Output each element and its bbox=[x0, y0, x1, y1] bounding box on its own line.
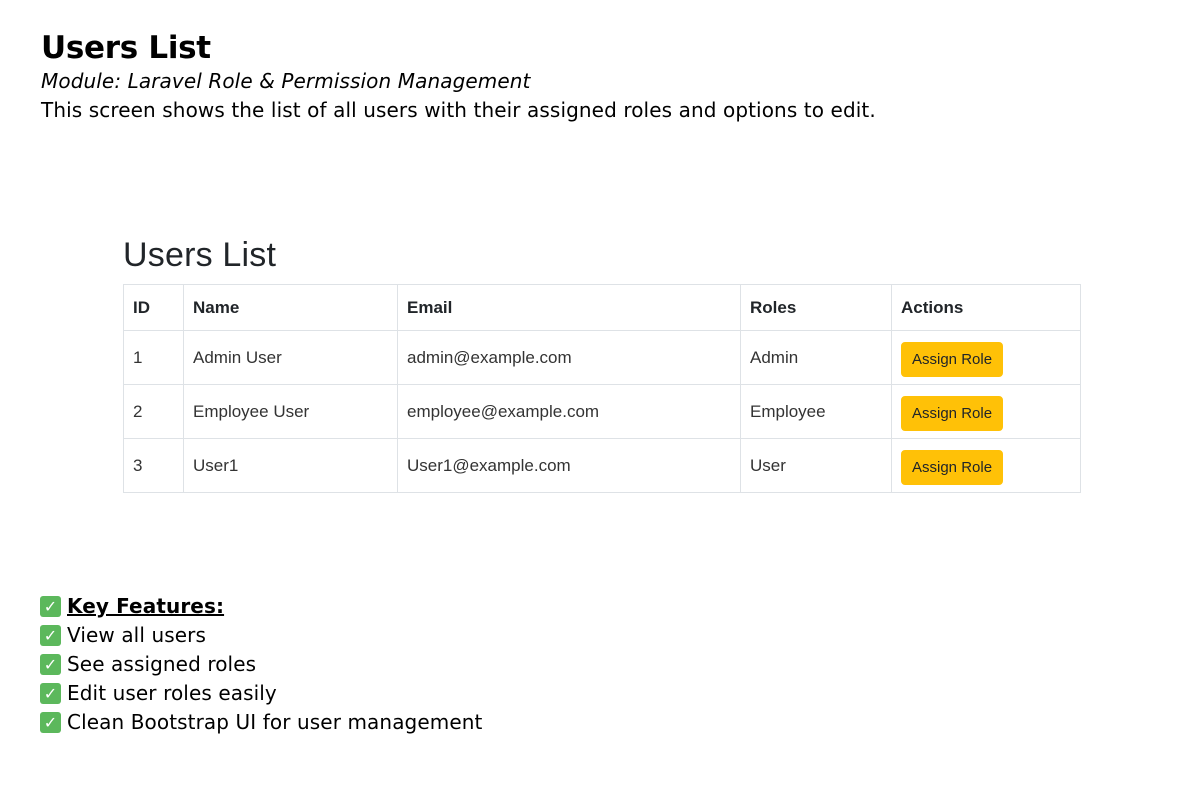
column-header-id: ID bbox=[123, 284, 184, 331]
cell-id: 3 bbox=[123, 438, 184, 493]
check-mark-icon: ✓ bbox=[40, 596, 61, 617]
column-header-email: Email bbox=[397, 284, 741, 331]
list-item: ✓ View all users bbox=[40, 621, 482, 650]
list-item: ✓ Edit user roles easily bbox=[40, 679, 482, 708]
key-features-list: ✓ Key Features: ✓ View all users ✓ See a… bbox=[40, 592, 482, 737]
cell-actions: Assign Role bbox=[891, 330, 1081, 385]
cell-role: User bbox=[740, 438, 892, 493]
feature-text: Clean Bootstrap UI for user management bbox=[67, 710, 483, 734]
cell-name: Employee User bbox=[183, 384, 398, 439]
check-mark-icon: ✓ bbox=[40, 625, 61, 646]
table-row: 2 Employee User employee@example.com Emp… bbox=[123, 384, 1081, 439]
cell-email: employee@example.com bbox=[397, 384, 741, 439]
cell-actions: Assign Role bbox=[891, 384, 1081, 439]
document-module: Module: Laravel Role & Permission Manage… bbox=[41, 69, 531, 93]
list-item: ✓ See assigned roles bbox=[40, 650, 482, 679]
key-features-heading: Key Features: bbox=[67, 594, 225, 618]
document-title: Users List bbox=[41, 30, 211, 66]
users-list-screenshot: Users List ID Name Email Roles Actions 1… bbox=[123, 232, 1081, 493]
table-row: 1 Admin User admin@example.com Admin Ass… bbox=[123, 330, 1081, 385]
cell-id: 2 bbox=[123, 384, 184, 439]
cell-id: 1 bbox=[123, 330, 184, 385]
feature-text: Edit user roles easily bbox=[67, 681, 277, 705]
assign-role-button[interactable]: Assign Role bbox=[901, 450, 1004, 485]
check-mark-icon: ✓ bbox=[40, 683, 61, 704]
cell-role: Admin bbox=[740, 330, 892, 385]
assign-role-button[interactable]: Assign Role bbox=[901, 342, 1004, 377]
cell-role: Employee bbox=[740, 384, 892, 439]
feature-text: View all users bbox=[67, 623, 206, 647]
users-table: ID Name Email Roles Actions 1 Admin User… bbox=[123, 284, 1081, 493]
cell-email: User1@example.com bbox=[397, 438, 741, 493]
column-header-actions: Actions bbox=[891, 284, 1081, 331]
key-features-heading-line: ✓ Key Features: bbox=[40, 592, 482, 621]
page: Users List Module: Laravel Role & Permis… bbox=[0, 0, 1200, 800]
document-description: This screen shows the list of all users … bbox=[41, 98, 876, 122]
list-item: ✓ Clean Bootstrap UI for user management bbox=[40, 708, 482, 737]
cell-name: Admin User bbox=[183, 330, 398, 385]
table-header-row: ID Name Email Roles Actions bbox=[123, 284, 1081, 331]
check-mark-icon: ✓ bbox=[40, 654, 61, 675]
assign-role-button[interactable]: Assign Role bbox=[901, 396, 1004, 431]
cell-name: User1 bbox=[183, 438, 398, 493]
check-mark-icon: ✓ bbox=[40, 712, 61, 733]
users-list-title: Users List bbox=[123, 236, 277, 274]
table-row: 3 User1 User1@example.com User Assign Ro… bbox=[123, 438, 1081, 493]
column-header-name: Name bbox=[183, 284, 398, 331]
cell-email: admin@example.com bbox=[397, 330, 741, 385]
feature-text: See assigned roles bbox=[67, 652, 257, 676]
cell-actions: Assign Role bbox=[891, 438, 1081, 493]
column-header-roles: Roles bbox=[740, 284, 892, 331]
